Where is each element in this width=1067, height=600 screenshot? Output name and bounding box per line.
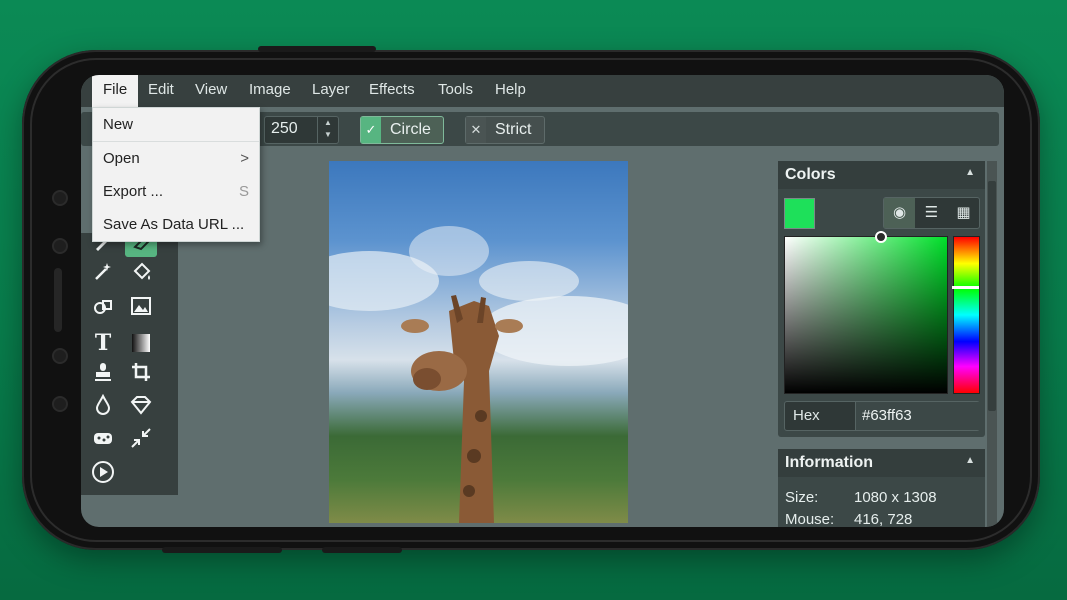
sharpen-icon[interactable] — [125, 394, 157, 424]
clone-stamp-icon[interactable] — [87, 361, 119, 391]
colors-panel: Colors ▲ ◉ ☰ ▦ Hex #63ff63 — [778, 161, 985, 437]
collapse-icon[interactable]: ▲ — [965, 167, 975, 178]
mouse-readout: 416, 728 — [854, 511, 913, 527]
color-mode-tabs: ◉ ☰ ▦ — [883, 197, 980, 229]
menu-item-label: New — [103, 116, 134, 133]
colors-panel-header[interactable]: Colors ▲ — [778, 161, 985, 189]
hex-field[interactable]: #63ff63 — [855, 402, 980, 430]
canvas-image[interactable] — [329, 161, 628, 523]
play-icon[interactable] — [87, 460, 119, 490]
shortcut-hint: S — [238, 183, 249, 200]
picker-handle[interactable] — [875, 231, 887, 243]
sensor-dot — [52, 238, 68, 254]
current-color-swatch[interactable] — [784, 198, 815, 229]
speaker-grille — [54, 268, 62, 332]
colors-panel-title: Colors — [785, 166, 836, 183]
camera-dot-2 — [52, 348, 68, 364]
sensor-dot-2 — [52, 396, 68, 412]
size-field[interactable]: 250 ▲ ▼ — [264, 116, 339, 144]
chevron-down-icon[interactable]: ▼ — [318, 129, 338, 141]
mouse-label: Mouse: — [785, 511, 835, 527]
shapes-icon[interactable] — [87, 295, 119, 325]
check-icon: ✓ — [361, 117, 381, 143]
palette-icon[interactable]: ◉ — [884, 198, 915, 228]
menu-help[interactable]: Help — [484, 75, 537, 107]
menu-item-export[interactable]: Export ... S — [93, 175, 259, 208]
sponge-icon[interactable] — [87, 427, 119, 457]
menu-file[interactable]: File — [92, 75, 139, 107]
image-icon[interactable] — [125, 295, 157, 325]
chevron-up-icon[interactable]: ▲ — [318, 117, 338, 129]
information-panel-header[interactable]: Information ▲ — [778, 449, 985, 477]
magic-wand-icon[interactable] — [87, 261, 119, 291]
gradient-icon[interactable] — [125, 328, 157, 358]
scrollbar-thumb[interactable] — [988, 181, 996, 411]
circle-label: Circle — [390, 121, 431, 138]
circle-toggle[interactable]: ✓ Circle — [360, 116, 444, 144]
app-screen: File Edit View Image Layer Effects Tools… — [81, 75, 1004, 527]
phone-bottom-button-2 — [322, 547, 402, 553]
collapse-icon[interactable]: ▲ — [965, 455, 975, 466]
hue-slider[interactable] — [953, 236, 980, 394]
grid-icon[interactable]: ▦ — [948, 198, 979, 228]
hex-label: Hex — [793, 407, 820, 424]
menu-item-label: Save As Data URL ... — [103, 216, 245, 233]
hex-input-group: Hex #63ff63 — [784, 401, 980, 431]
menu-item-save-data-url[interactable]: Save As Data URL ... — [93, 208, 259, 241]
phone-bottom-button — [162, 547, 282, 553]
information-panel: Information ▲ Size: 1080 x 1308 Mouse: 4… — [778, 449, 985, 527]
giraffe-photo — [329, 226, 628, 523]
hex-value: #63ff63 — [862, 407, 912, 424]
shrink-icon[interactable] — [125, 427, 157, 457]
size-label: Size: — [785, 489, 819, 506]
text-icon[interactable]: T — [87, 328, 119, 358]
menu-effects[interactable]: Effects — [358, 75, 426, 107]
menu-layer[interactable]: Layer — [301, 75, 361, 107]
menu-view[interactable]: View — [184, 75, 238, 107]
menu-edit[interactable]: Edit — [137, 75, 185, 107]
blur-drop-icon[interactable] — [87, 393, 119, 424]
panel-scrollbar[interactable] — [987, 161, 997, 527]
phone-top-button — [258, 46, 376, 52]
menu-tools[interactable]: Tools — [427, 75, 484, 107]
hue-handle[interactable] — [952, 286, 979, 289]
size-stepper[interactable]: ▲ ▼ — [317, 117, 338, 143]
menu-item-new[interactable]: New — [93, 108, 259, 141]
saturation-value-picker[interactable] — [784, 236, 948, 394]
strict-toggle[interactable]: ✕ Strict — [465, 116, 545, 144]
strict-label: Strict — [495, 121, 532, 138]
close-icon: ✕ — [466, 117, 486, 143]
menu-item-open[interactable]: Open > — [93, 142, 259, 175]
fill-bucket-icon[interactable] — [125, 261, 157, 291]
menubar: File Edit View Image Layer Effects Tools… — [81, 75, 1004, 107]
file-menu-dropdown: New Open > Export ... S Save As Data URL… — [92, 107, 260, 242]
list-icon[interactable]: ☰ — [916, 198, 947, 228]
information-panel-title: Information — [785, 454, 873, 471]
menu-item-label: Export ... — [103, 183, 164, 200]
crop-icon[interactable] — [125, 361, 157, 391]
tools-palette: T — [81, 233, 178, 495]
camera-dot — [52, 190, 68, 206]
menu-image[interactable]: Image — [238, 75, 302, 107]
chevron-right-icon: > — [240, 150, 249, 167]
menu-item-label: Open — [103, 150, 140, 167]
size-value: 250 — [271, 120, 298, 137]
size-readout: 1080 x 1308 — [854, 489, 937, 506]
